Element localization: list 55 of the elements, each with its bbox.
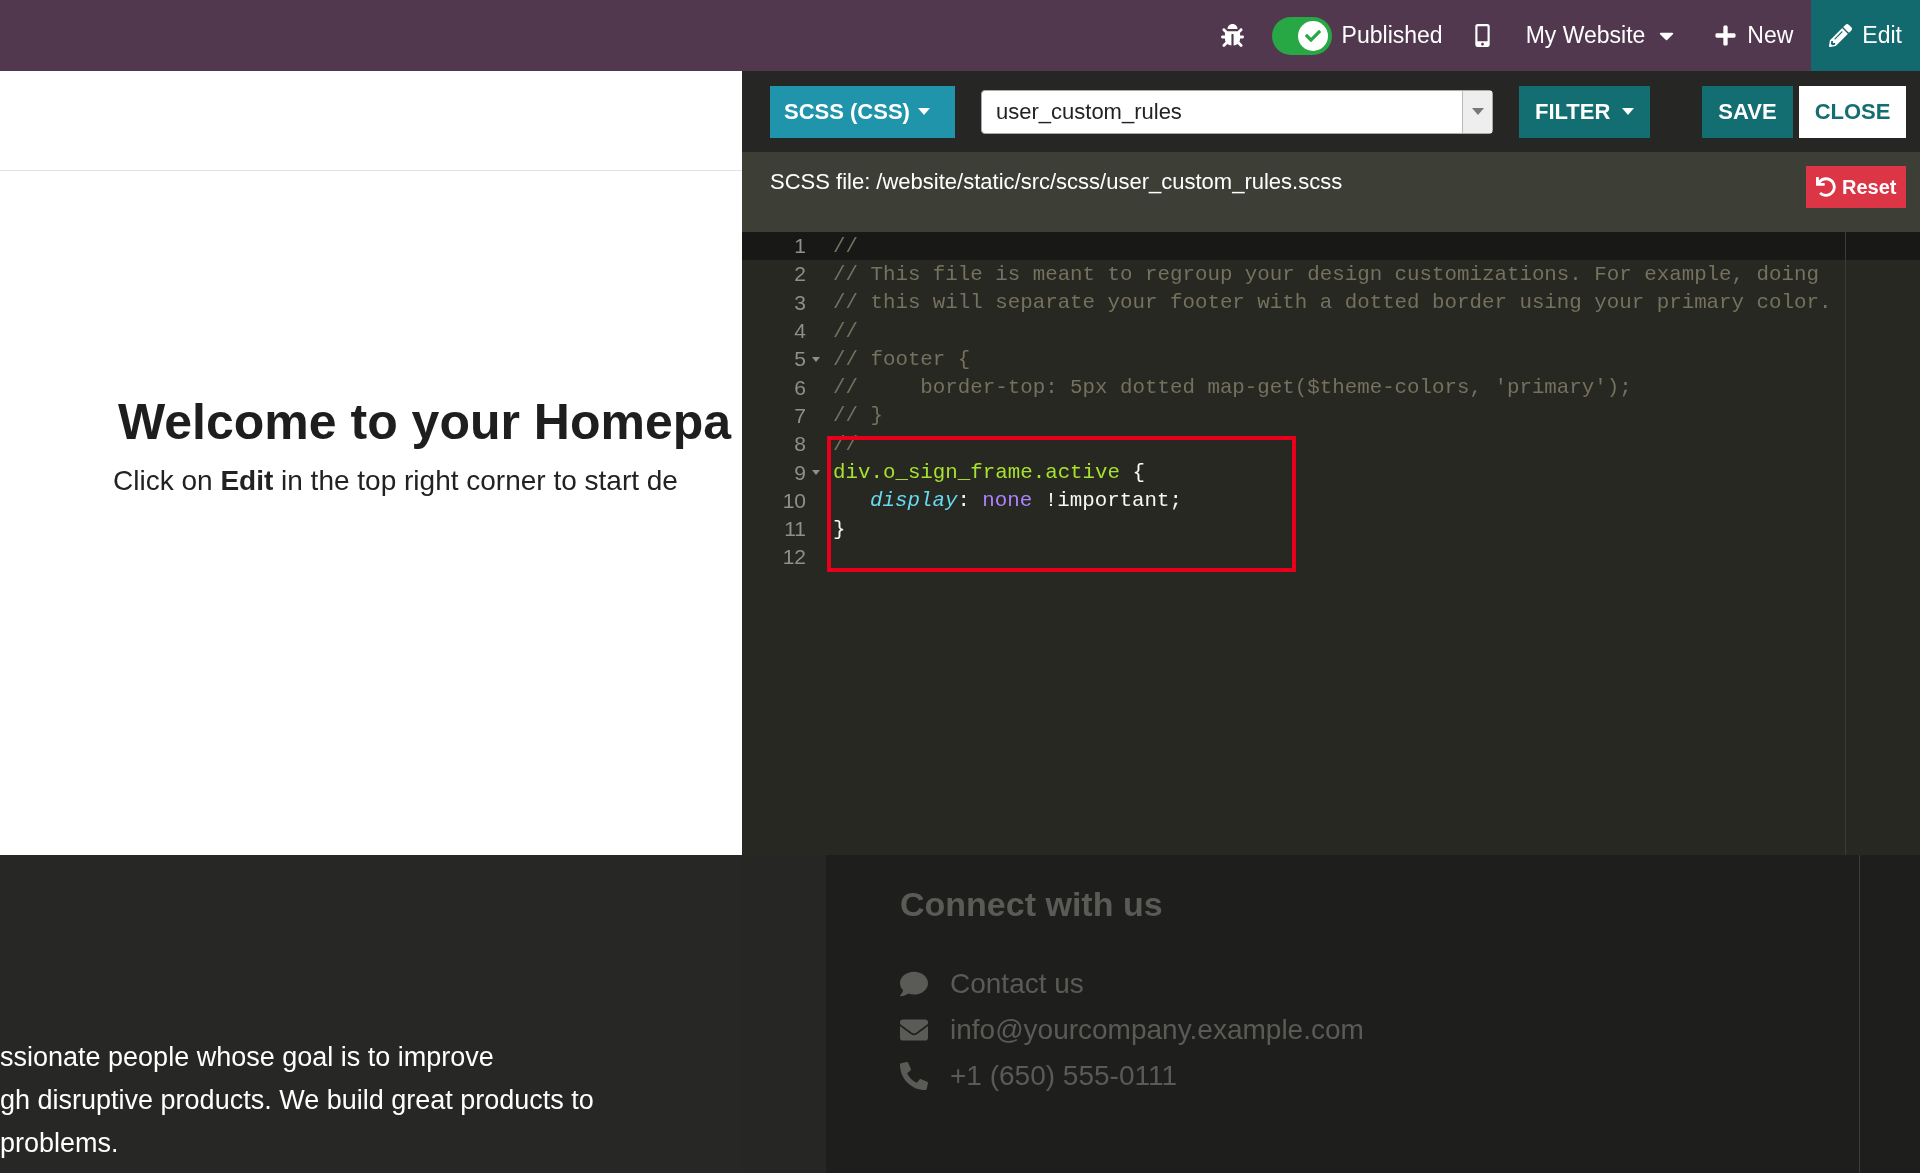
caret-icon — [917, 108, 930, 115]
caret-icon — [1471, 108, 1484, 115]
code-text: // this will separate your footer with a dotted border using your primary color. — [833, 291, 1832, 315]
contact-text: Contact us — [950, 968, 1084, 1000]
contact-text: info@yourcompany.example.com — [950, 1014, 1364, 1046]
mode-dropdown[interactable]: SCSS (CSS) — [770, 85, 955, 138]
plus-icon — [1714, 24, 1738, 47]
line-number: 10 — [781, 488, 806, 513]
footer-text: problems. — [0, 1128, 120, 1158]
close-button[interactable]: CLOSE — [1798, 85, 1907, 138]
fold-icon[interactable] — [812, 356, 820, 362]
bug-icon[interactable] — [1220, 24, 1244, 47]
published-label: Published — [1341, 22, 1443, 49]
code-text: // This file is meant to regroup your design customizations. For example, doing — [833, 262, 1819, 286]
code-text: // } — [833, 404, 883, 428]
filter-button[interactable]: FILTER — [1519, 85, 1651, 138]
line-number: 6 — [793, 375, 806, 400]
page-heading: Welcome to your Homepa — [118, 393, 733, 451]
intro-text: Click on Edit in the top right corner to start de — [113, 465, 679, 497]
published-toggle[interactable] — [1271, 16, 1332, 55]
fold-icon[interactable] — [812, 470, 820, 475]
file-path: SCSS file: /website/static/src/scss/user_custom_rules.scss — [770, 168, 1343, 195]
chat-icon — [900, 970, 928, 998]
check-icon — [1304, 27, 1321, 44]
line-number: 8 — [793, 432, 806, 457]
code-text: display: none !important; — [869, 489, 1183, 513]
code-text: // — [833, 319, 858, 343]
line-number: 5 — [793, 347, 806, 372]
undo-icon — [1815, 177, 1836, 197]
footer-text: ssionate people whose goal is to improve — [0, 1042, 495, 1072]
footer-text: gh disruptive products. We build great products to — [0, 1085, 595, 1115]
line-number: 7 — [793, 403, 806, 428]
contact-text: +1 (650) 555-0111 — [950, 1060, 1178, 1092]
code-text: // footer { — [833, 347, 971, 371]
caret-icon — [1622, 108, 1635, 115]
footer-heading: Connect with us — [900, 885, 1164, 924]
line-number: 12 — [781, 545, 806, 570]
pencil-icon — [1829, 24, 1853, 47]
code-text: // border-top: 5px dotted map-get($theme-colors, 'primary'); — [833, 376, 1632, 400]
code-text: // — [833, 234, 858, 258]
line-number: 4 — [793, 319, 806, 344]
code-text: } — [833, 517, 846, 541]
line-number: 2 — [793, 262, 806, 287]
phone-icon — [900, 1062, 928, 1090]
file-select[interactable]: user_custom_rules — [981, 89, 1493, 134]
save-button[interactable]: SAVE — [1702, 85, 1793, 138]
line-number: 3 — [793, 290, 806, 315]
line-number: 11 — [783, 517, 806, 542]
line-number: 9 — [793, 460, 806, 485]
edit-button[interactable]: Edit — [1811, 0, 1920, 71]
reset-button[interactable]: Reset — [1805, 166, 1907, 208]
new-button[interactable]: New — [1696, 0, 1812, 71]
website-menu[interactable]: My Website — [1507, 0, 1697, 71]
code-text: div.o_sign_frame.active { — [833, 461, 1145, 484]
line-number: 1 — [793, 234, 806, 259]
